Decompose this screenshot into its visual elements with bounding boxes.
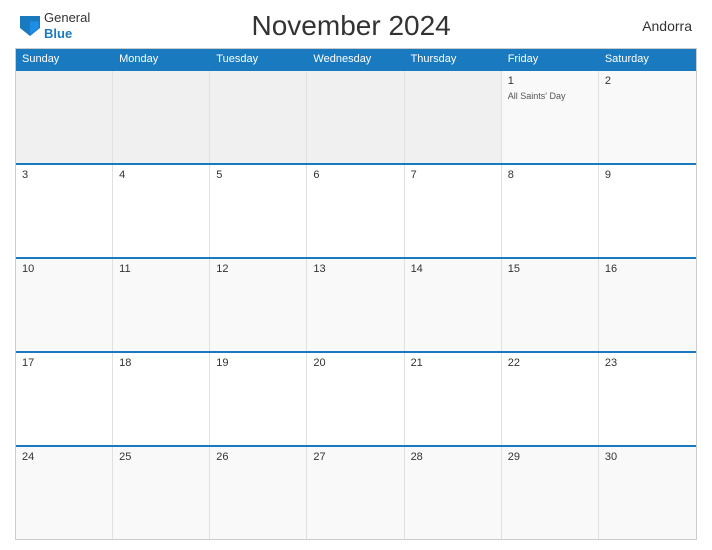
page: General Blue November 2024 Andorra Sunda…: [0, 0, 712, 550]
day-number: 14: [411, 263, 495, 275]
day-number: 21: [411, 357, 495, 369]
day-number: 11: [119, 263, 203, 275]
day-cell-nov27: 27: [307, 447, 404, 539]
event-all-saints: All Saints' Day: [508, 91, 592, 101]
day-number: 22: [508, 357, 592, 369]
week-1: 1 All Saints' Day 2: [16, 69, 696, 163]
day-cell-nov19: 19: [210, 353, 307, 445]
day-number: 28: [411, 451, 495, 463]
day-number: 9: [605, 169, 690, 181]
header: General Blue November 2024 Andorra: [15, 10, 697, 42]
day-cell-nov17: 17: [16, 353, 113, 445]
day-cell-nov13: 13: [307, 259, 404, 351]
day-cell-nov21: 21: [405, 353, 502, 445]
country-label: Andorra: [612, 18, 692, 34]
day-number: 17: [22, 357, 106, 369]
day-number: 1: [508, 75, 592, 87]
day-cell-nov12: 12: [210, 259, 307, 351]
week-4: 17 18 19 20 21 22 23: [16, 351, 696, 445]
day-cell: [405, 71, 502, 163]
day-number: 19: [216, 357, 300, 369]
day-cell-nov9: 9: [599, 165, 696, 257]
day-cell-nov24: 24: [16, 447, 113, 539]
day-cell: [210, 71, 307, 163]
day-number: 20: [313, 357, 397, 369]
day-number: 29: [508, 451, 592, 463]
day-cell-nov11: 11: [113, 259, 210, 351]
day-number: 3: [22, 169, 106, 181]
day-cell-nov29: 29: [502, 447, 599, 539]
logo-icon: [20, 16, 40, 36]
day-cell-nov8: 8: [502, 165, 599, 257]
day-cell-nov4: 4: [113, 165, 210, 257]
day-number: 18: [119, 357, 203, 369]
header-wednesday: Wednesday: [307, 49, 404, 69]
day-cell-nov3: 3: [16, 165, 113, 257]
day-cell-nov23: 23: [599, 353, 696, 445]
day-number: 6: [313, 169, 397, 181]
day-cell-nov16: 16: [599, 259, 696, 351]
day-cell-nov18: 18: [113, 353, 210, 445]
calendar: Sunday Monday Tuesday Wednesday Thursday…: [15, 48, 697, 540]
header-sunday: Sunday: [16, 49, 113, 69]
day-cell-nov22: 22: [502, 353, 599, 445]
header-tuesday: Tuesday: [210, 49, 307, 69]
logo-text: General Blue: [44, 10, 90, 41]
day-headers-row: Sunday Monday Tuesday Wednesday Thursday…: [16, 49, 696, 69]
day-cell-nov10: 10: [16, 259, 113, 351]
logo: General Blue: [20, 10, 90, 41]
day-cell-nov2: 2: [599, 71, 696, 163]
day-number: 5: [216, 169, 300, 181]
day-number: 23: [605, 357, 690, 369]
day-number: 2: [605, 75, 690, 87]
day-number: 7: [411, 169, 495, 181]
header-thursday: Thursday: [405, 49, 502, 69]
day-number: 12: [216, 263, 300, 275]
week-5: 24 25 26 27 28 29 30: [16, 445, 696, 539]
day-number: 4: [119, 169, 203, 181]
header-monday: Monday: [113, 49, 210, 69]
week-2: 3 4 5 6 7 8 9: [16, 163, 696, 257]
day-cell-nov20: 20: [307, 353, 404, 445]
logo-general: General: [44, 10, 90, 26]
header-saturday: Saturday: [599, 49, 696, 69]
day-cell: [113, 71, 210, 163]
day-number: 10: [22, 263, 106, 275]
day-number: 27: [313, 451, 397, 463]
day-cell-nov7: 7: [405, 165, 502, 257]
logo-blue: Blue: [44, 26, 90, 42]
day-number: 13: [313, 263, 397, 275]
weeks: 1 All Saints' Day 2 3 4 5 6 7 8 9 10: [16, 69, 696, 539]
calendar-title: November 2024: [90, 10, 612, 42]
day-cell-nov5: 5: [210, 165, 307, 257]
day-cell: [307, 71, 404, 163]
day-number: 16: [605, 263, 690, 275]
day-number: 30: [605, 451, 690, 463]
day-number: 24: [22, 451, 106, 463]
day-cell-nov6: 6: [307, 165, 404, 257]
day-cell-nov25: 25: [113, 447, 210, 539]
day-number: 15: [508, 263, 592, 275]
day-cell-nov30: 30: [599, 447, 696, 539]
day-number: 25: [119, 451, 203, 463]
week-3: 10 11 12 13 14 15 16: [16, 257, 696, 351]
day-cell-nov15: 15: [502, 259, 599, 351]
day-number: 8: [508, 169, 592, 181]
day-cell-nov14: 14: [405, 259, 502, 351]
header-friday: Friday: [502, 49, 599, 69]
day-cell: [16, 71, 113, 163]
day-cell-nov1: 1 All Saints' Day: [502, 71, 599, 163]
day-cell-nov26: 26: [210, 447, 307, 539]
day-number: 26: [216, 451, 300, 463]
day-cell-nov28: 28: [405, 447, 502, 539]
